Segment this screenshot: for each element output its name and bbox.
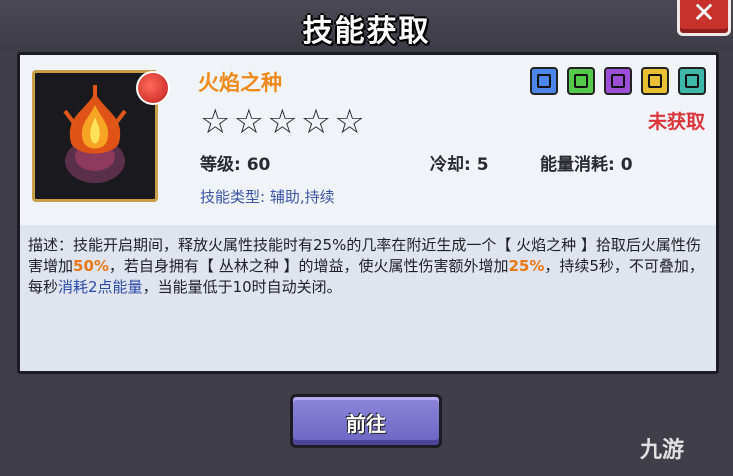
star-rating: ☆ ☆ ☆ ☆ ☆ (200, 102, 365, 142)
go-button-label: 前往 (346, 412, 386, 436)
skill-name: 火焰之种 (198, 71, 282, 95)
title-bar: 技能获取 (0, 0, 733, 52)
star-icon: ☆ (267, 102, 298, 142)
skill-description: 描述：技能开启期间，释放火属性技能时有25%的几率在附近生成一个【 火焰之种 】… (28, 235, 708, 298)
skill-type: 技能类型: 辅助,持续 (200, 188, 335, 206)
dialog-title: 技能获取 (302, 14, 431, 49)
star-icon: ☆ (334, 102, 365, 142)
close-icon: ✕ (692, 0, 716, 29)
star-icon: ☆ (200, 102, 231, 142)
boot-icon (604, 67, 633, 95)
watermark: 九游 (640, 438, 685, 463)
skill-level: 等级: 60 (200, 155, 271, 175)
new-notification-icon (136, 71, 170, 105)
acquire-status: 未获取 (648, 111, 706, 133)
skill-energy-cost: 能量消耗: 0 (540, 155, 633, 175)
close-button[interactable]: ✕ (677, 0, 731, 36)
star-icon: ☆ (233, 102, 265, 142)
desc-text-2: ，若自身拥有【 丛林之种 】的增益，使火属性伤害额外增加 (108, 257, 509, 275)
sword-icon (678, 67, 707, 95)
shield-icon (530, 67, 558, 95)
skill-header: 火焰之种 ☆ ☆ ☆ ☆ ☆ 未获取 等级: 60 冷却: 5 能量消耗: 0 … (20, 55, 716, 225)
skill-dialog: 技能获取 ✕ 火焰之种 ☆ ☆ ☆ ☆ ☆ 未获取 等级: 60 冷却: 5 能… (0, 0, 733, 476)
desc-text-4: ，当能量低于10时自动关闭。 (142, 278, 342, 296)
skill-cooldown: 冷却: 5 (430, 155, 489, 175)
star-icon: ☆ (300, 102, 332, 142)
skill-panel: 火焰之种 ☆ ☆ ☆ ☆ ☆ 未获取 等级: 60 冷却: 5 能量消耗: 0 … (17, 52, 719, 374)
desc-value-2: 25% (508, 257, 545, 275)
go-button[interactable]: 前往 (290, 394, 442, 448)
trophy-icon (641, 67, 670, 95)
arrow-up-icon (567, 67, 596, 95)
desc-value-3: 消耗2点能量 (58, 278, 143, 296)
desc-value-1: 50% (73, 257, 109, 275)
element-badges (530, 67, 710, 99)
